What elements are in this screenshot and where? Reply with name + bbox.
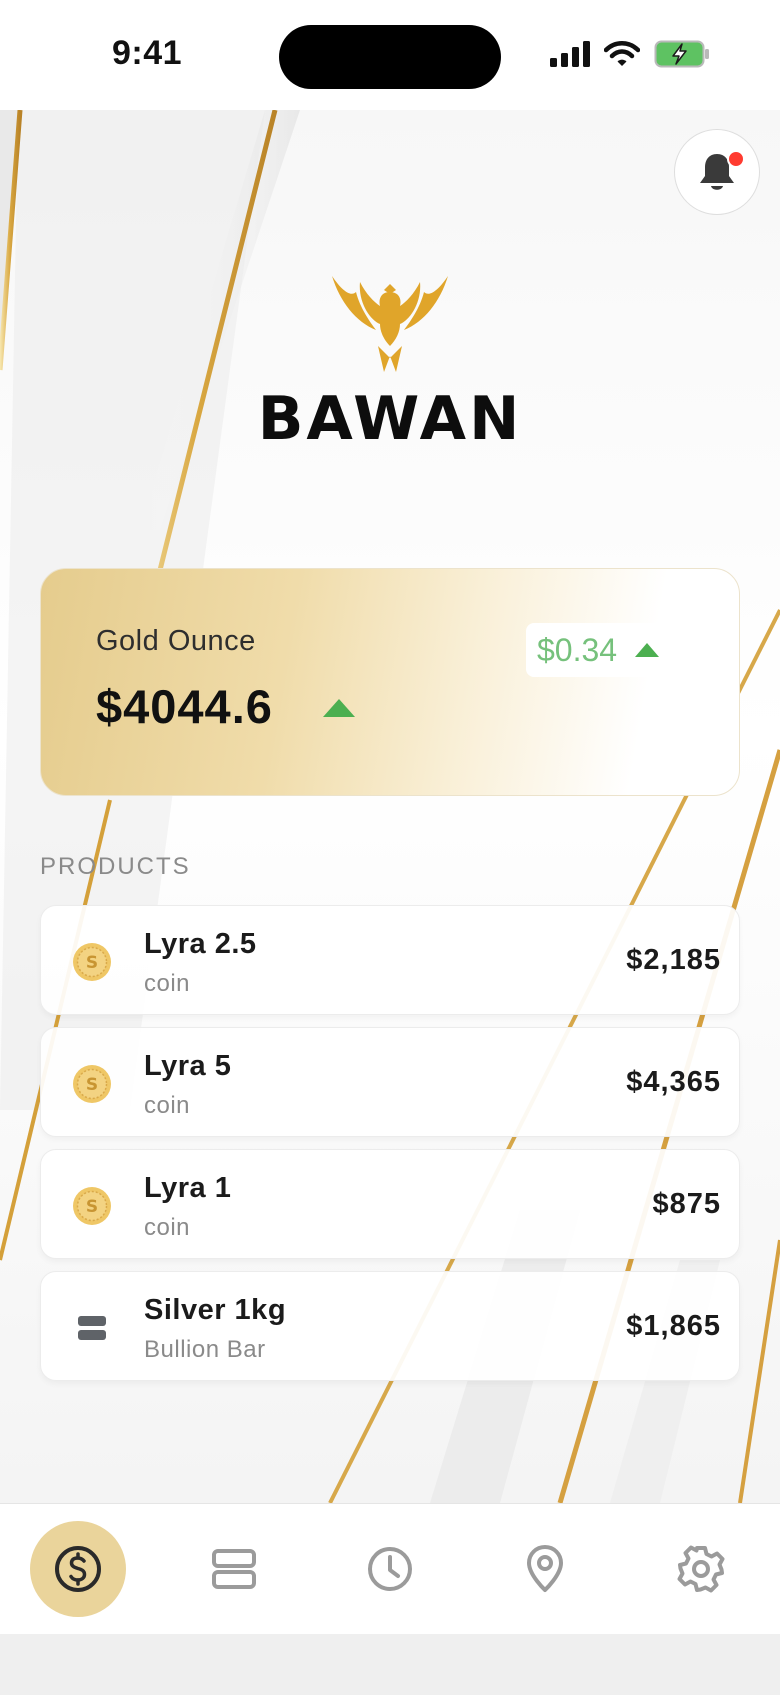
status-icons bbox=[550, 40, 710, 68]
coin-icon: S bbox=[73, 1065, 111, 1103]
bullion-bar-icon bbox=[78, 1316, 106, 1340]
product-price: $2,185 bbox=[626, 944, 721, 976]
coin-icon: S bbox=[73, 1187, 111, 1225]
product-type: coin bbox=[144, 970, 191, 997]
notification-button[interactable] bbox=[674, 129, 760, 215]
gear-icon bbox=[677, 1545, 725, 1593]
svg-text:S: S bbox=[86, 1197, 98, 1217]
product-type: coin bbox=[144, 1092, 191, 1119]
product-type: coin bbox=[144, 1214, 191, 1241]
bottom-navigation bbox=[0, 1503, 780, 1634]
status-bar: 9:41 bbox=[0, 0, 780, 110]
brand-name: BAWAN bbox=[257, 384, 523, 454]
product-item-lyra-2-5[interactable]: S Lyra 2.5 coin $2,185 bbox=[40, 905, 740, 1015]
dollar-icon bbox=[55, 1546, 101, 1592]
price-change-value: $0.34 bbox=[537, 631, 618, 668]
location-pin-icon bbox=[527, 1545, 563, 1592]
brand-logo: BAWAN bbox=[240, 272, 540, 462]
product-name: Silver 1kg bbox=[144, 1294, 287, 1326]
nav-item-settings[interactable] bbox=[653, 1521, 749, 1617]
eagle-icon bbox=[332, 276, 448, 372]
nav-item-prices[interactable] bbox=[30, 1521, 126, 1617]
home-indicator-area bbox=[0, 1634, 780, 1695]
notification-badge bbox=[727, 150, 745, 168]
dynamic-island bbox=[279, 25, 501, 89]
product-price: $875 bbox=[652, 1188, 721, 1220]
product-item-lyra-1[interactable]: S Lyra 1 coin $875 bbox=[40, 1149, 740, 1259]
app-screen: 9:41 BAWAN Gold Ounce $4044.6 $0.34 PROD… bbox=[0, 0, 780, 1695]
trend-up-icon bbox=[323, 699, 355, 717]
nav-item-locations[interactable] bbox=[497, 1521, 593, 1617]
product-price: $1,865 bbox=[626, 1310, 721, 1342]
coin-icon: S bbox=[73, 943, 111, 981]
trend-up-small-icon bbox=[635, 643, 660, 657]
price-change-badge: $0.34 bbox=[526, 623, 688, 677]
gold-price: $4044.6 bbox=[96, 680, 273, 733]
product-list: S Lyra 2.5 coin $2,185 S Lyra 5 coin $4,… bbox=[40, 905, 740, 1393]
cellular-signal-icon bbox=[550, 41, 590, 67]
battery-charging-icon bbox=[654, 40, 709, 68]
product-type: Bullion Bar bbox=[144, 1336, 266, 1363]
product-item-lyra-5[interactable]: S Lyra 5 coin $4,365 bbox=[40, 1027, 740, 1137]
product-name: Lyra 2.5 bbox=[144, 928, 257, 960]
nav-item-products[interactable] bbox=[186, 1521, 282, 1617]
wifi-icon bbox=[604, 41, 640, 66]
gold-price-card[interactable]: Gold Ounce $4044.6 $0.34 bbox=[40, 568, 740, 796]
product-price: $4,365 bbox=[626, 1066, 721, 1098]
clock-icon bbox=[368, 1547, 412, 1591]
status-time: 9:41 bbox=[112, 34, 183, 72]
gold-label: Gold Ounce bbox=[96, 625, 256, 657]
svg-text:S: S bbox=[86, 953, 98, 973]
product-item-silver-1kg[interactable]: Silver 1kg Bullion Bar $1,865 bbox=[40, 1271, 740, 1381]
products-section-title: PRODUCTS bbox=[40, 853, 191, 880]
stack-icon bbox=[212, 1549, 256, 1589]
product-name: Lyra 1 bbox=[144, 1172, 232, 1204]
nav-item-history[interactable] bbox=[342, 1521, 438, 1617]
svg-text:S: S bbox=[86, 1075, 98, 1095]
product-name: Lyra 5 bbox=[144, 1050, 232, 1082]
